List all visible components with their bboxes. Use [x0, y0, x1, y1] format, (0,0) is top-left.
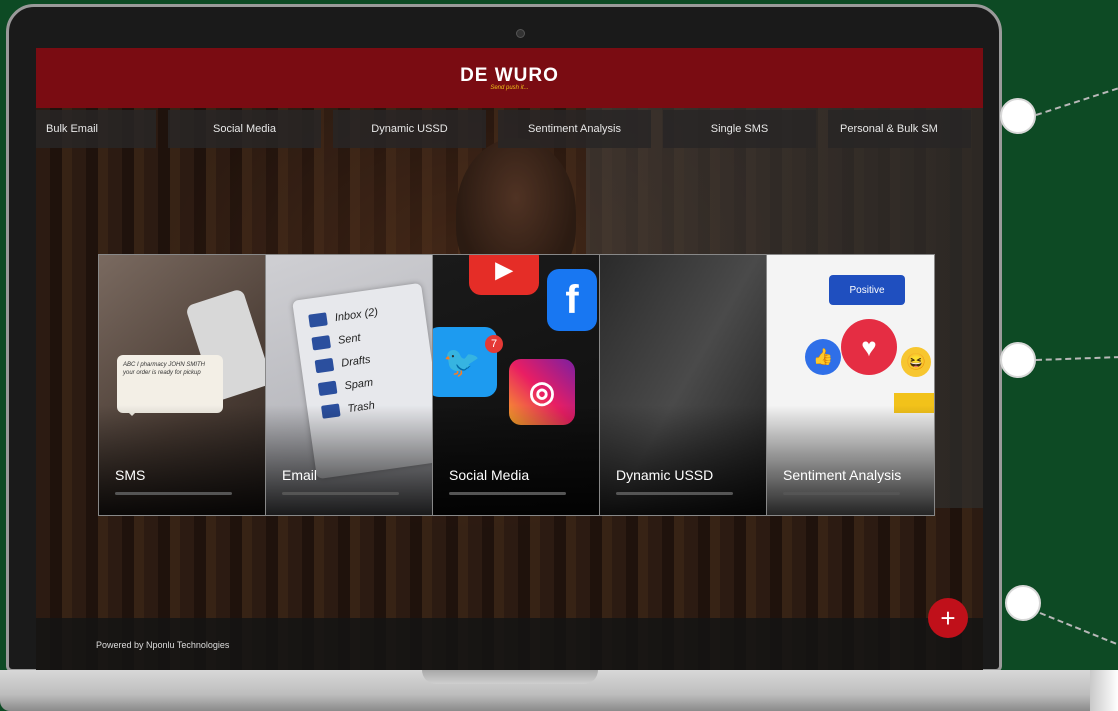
- card-fade: [600, 405, 767, 515]
- laptop-edge: [1090, 670, 1118, 711]
- folder-icon: [311, 335, 332, 351]
- card-dynamic-ussd[interactable]: Dynamic USSD: [599, 254, 768, 516]
- add-button[interactable]: +: [928, 598, 968, 638]
- nav-item-label: Bulk Email: [46, 123, 98, 135]
- callout-line: [1039, 612, 1117, 645]
- card-email[interactable]: Inbox (2) Sent Drafts Spam Trash Email: [265, 254, 434, 516]
- card-fade: [266, 405, 433, 515]
- app-screen: DE WURO Send push it... Bulk Email Socia…: [36, 48, 983, 670]
- card-bar: [616, 492, 733, 495]
- facebook-icon: f: [547, 269, 597, 331]
- logo[interactable]: DE WURO Send push it...: [460, 65, 559, 91]
- callout-marker-fab: [1005, 585, 1041, 621]
- nav-item-sentiment-analysis[interactable]: Sentiment Analysis: [498, 110, 651, 148]
- folder-icon: [317, 380, 338, 397]
- card-fade: [767, 405, 934, 515]
- card-label: Dynamic USSD: [616, 467, 714, 483]
- app-header: DE WURO Send push it...: [36, 48, 983, 108]
- callout-marker-nav: [1000, 98, 1036, 134]
- folder-label: Spam: [343, 376, 374, 392]
- nav-item-label: Sentiment Analysis: [528, 123, 621, 135]
- footer-text: Powered by Nponlu Technologies: [96, 640, 230, 650]
- love-emoji-icon: ♥: [841, 319, 897, 375]
- nav-item-label: Social Media: [213, 123, 276, 135]
- haha-emoji-icon: 😆: [901, 347, 931, 377]
- card-social-media[interactable]: ▶ f 🐦 7 ◎ Social Media: [432, 254, 601, 516]
- card-sentiment-analysis[interactable]: Positive 👍 ♥ 😆 😮 Sentiment Analysis: [766, 254, 935, 516]
- folder-label: Drafts: [340, 353, 372, 370]
- callout-line: [1035, 87, 1118, 116]
- nav-item-personal-bulk-sms[interactable]: Personal & Bulk SM: [828, 110, 971, 148]
- callout-line: [1035, 356, 1118, 361]
- like-emoji-icon: 👍: [805, 339, 841, 375]
- folder-icon: [308, 312, 328, 328]
- folder-label: Sent: [337, 331, 362, 347]
- folder-label: Inbox (2): [334, 305, 379, 324]
- card-bar: [282, 492, 399, 495]
- service-nav: Bulk Email Social Media Dynamic USSD Sen…: [36, 110, 983, 148]
- card-bar: [115, 492, 232, 495]
- nav-item-dynamic-ussd[interactable]: Dynamic USSD: [333, 110, 486, 148]
- card-bar: [783, 492, 900, 495]
- logo-text: DE WURO: [460, 65, 559, 86]
- nav-item-bulk-email[interactable]: Bulk Email: [36, 110, 156, 148]
- plus-icon: +: [940, 603, 956, 633]
- card-fade: [433, 405, 600, 515]
- app-footer: Powered by Nponlu Technologies: [36, 618, 983, 670]
- laptop-notch: [422, 670, 598, 684]
- nav-item-label: Single SMS: [710, 123, 769, 135]
- card-fade: [99, 405, 266, 515]
- nav-item-label: Personal & Bulk SM: [840, 123, 938, 135]
- nav-item-label: Dynamic USSD: [371, 123, 448, 135]
- card-sms[interactable]: ABC I pharmacy JOHN SMITH your order is …: [98, 254, 267, 516]
- card-label: Email: [282, 467, 318, 483]
- folder-icon: [314, 357, 335, 374]
- nav-item-single-sms[interactable]: Single SMS: [663, 110, 816, 148]
- laptop-base: [0, 670, 1118, 711]
- callout-marker-cards: [1000, 342, 1036, 378]
- service-cards: ABC I pharmacy JOHN SMITH your order is …: [98, 254, 974, 516]
- card-label: SMS: [115, 467, 146, 483]
- youtube-icon: ▶: [469, 255, 539, 295]
- nav-item-social-media[interactable]: Social Media: [168, 110, 321, 148]
- positive-label: Positive: [829, 275, 905, 305]
- notification-badge: 7: [485, 335, 503, 353]
- card-label: Sentiment Analysis: [783, 467, 902, 483]
- card-label: Social Media: [449, 467, 530, 483]
- camera: [516, 29, 525, 38]
- card-bar: [449, 492, 566, 495]
